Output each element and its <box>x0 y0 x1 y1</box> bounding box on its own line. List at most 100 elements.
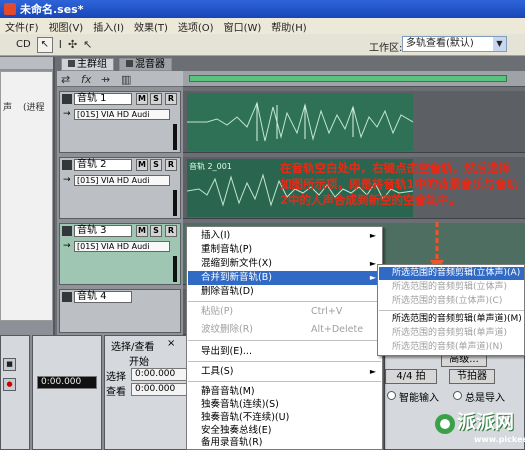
mute-button[interactable]: M <box>136 225 148 237</box>
menu-view[interactable]: 视图(V) <box>44 19 89 34</box>
menu-item-solo-noncontinuous[interactable]: 独奏音轨(不连续)(U) <box>188 411 381 425</box>
tab-mixer[interactable]: 混音器 <box>119 58 172 71</box>
solo-button[interactable]: S <box>150 225 162 237</box>
app-icon <box>4 3 16 15</box>
track-2[interactable]: 音轨 2 M S R → [01S] VIA HD Audi <box>59 157 181 219</box>
time-ruler[interactable] <box>183 71 525 87</box>
zoom-navigator[interactable] <box>189 75 507 82</box>
menu-item-label: 删除音轨(D) <box>201 286 254 297</box>
title-bar: 未命名.ses* <box>0 0 525 18</box>
track-name[interactable]: 音轨 1 <box>74 93 132 105</box>
submenu-item-mono-audio[interactable]: 所选范围的音频(单声道)(N) <box>379 341 524 354</box>
workspace-select[interactable]: 多轨查看(默认) ▼ <box>402 36 507 52</box>
menu-item-delete-track[interactable]: 删除音轨(D) <box>188 285 381 299</box>
track-3[interactable]: 音轨 3 M S R → [01S] VIA HD Audi <box>59 223 181 285</box>
close-icon[interactable]: × <box>167 338 175 349</box>
menu-item-tools[interactable]: 工具(S) ► <box>188 365 381 379</box>
menu-shortcut: Alt+Delete <box>311 324 364 335</box>
submenu-item-stereo-clips[interactable]: 所选范围的音频剪辑(立体声)(A) <box>379 267 524 280</box>
cd-view-button[interactable]: CD <box>16 39 31 50</box>
output-arrow-icon: → <box>63 175 71 185</box>
move-tool-icon[interactable]: ↖ <box>36 36 53 53</box>
chevron-down-icon[interactable]: ▼ <box>493 37 506 51</box>
instruction-annotation: 在音轨空白处中，右键点击空音轨，然后选择如图所示项，即是将音轨1中的背景音乐与音… <box>280 161 518 207</box>
menu-item-label: 工具(S) <box>201 366 234 377</box>
mute-button[interactable]: M <box>136 159 148 171</box>
menu-file[interactable]: 文件(F) <box>0 19 44 34</box>
record-button[interactable]: R <box>165 159 177 171</box>
always-import-radio[interactable] <box>453 391 462 400</box>
menu-item-solo-safe[interactable]: 安全独奏总线(E) <box>188 424 381 438</box>
files-panel-tab[interactable] <box>0 57 53 69</box>
track-controls: ⇄ fx ⇸ ▥ 音轨 1 M S R → [01S] VIA HD Audi … <box>57 71 183 335</box>
workspace-label: 工作区: <box>369 43 403 54</box>
sync-icon[interactable]: ⇄ <box>61 73 70 86</box>
selection-label: 选择 <box>106 372 126 383</box>
solo-button[interactable]: S <box>150 93 162 105</box>
metronome-button[interactable]: 节拍器 <box>449 369 495 384</box>
tab-main-group[interactable]: 主群组 <box>61 58 114 71</box>
hybrid-tool-icon[interactable]: ↖ <box>83 38 92 51</box>
send-icon[interactable]: ⇸ <box>101 73 110 86</box>
files-list[interactable]: 声 (进程 <box>0 71 53 321</box>
watermark-text: 派派网 <box>457 411 515 433</box>
selection-view-tab[interactable]: 选择/查看 <box>111 338 154 353</box>
track-4[interactable]: 音轨 4 <box>59 289 181 333</box>
submenu-item-stereo-audio[interactable]: 所选范围的音频(立体声)(C) <box>379 295 524 308</box>
time-selection-icon[interactable]: I <box>59 38 62 51</box>
start-column-label: 开始 <box>129 357 149 368</box>
level-meter <box>173 124 177 150</box>
record-button[interactable]: R <box>165 225 177 237</box>
toolbar: CD ↖ I ✣ ↖ 工作区: 多轨查看(默认) ▼ <box>0 34 525 56</box>
submenu-item-mono-clips-alt[interactable]: 所选范围的音频剪辑(单声道) <box>379 327 524 340</box>
eq-icon[interactable]: ▥ <box>121 73 131 86</box>
menu-insert[interactable]: 插入(I) <box>88 19 129 34</box>
output-device[interactable]: [01S] VIA HD Audi <box>74 241 170 252</box>
submenu-arrow-icon: ► <box>369 367 376 376</box>
menu-item-duplicate-track[interactable]: 重制音轨(P) <box>188 243 381 257</box>
output-device[interactable]: [01S] VIA HD Audi <box>74 109 170 120</box>
menu-item-bounce-to-new-track[interactable]: 合并到新音轨(B) ► <box>188 271 381 285</box>
menu-options[interactable]: 选项(O) <box>173 19 219 34</box>
fx-icon[interactable]: fx <box>81 73 91 86</box>
view-start-field[interactable]: 0:00.000 <box>131 383 187 396</box>
lane-track-1[interactable] <box>183 91 525 153</box>
submenu-item-stereo-clips-alt[interactable]: 所选范围的音频剪辑(立体声) <box>379 281 524 294</box>
track-color-icon <box>62 94 72 104</box>
track-name[interactable]: 音轨 3 <box>74 225 132 237</box>
solo-button[interactable]: S <box>150 159 162 171</box>
menu-separator <box>379 310 524 311</box>
track-name[interactable]: 音轨 4 <box>74 291 132 303</box>
record-button[interactable]: R <box>165 93 177 105</box>
stop-icon[interactable]: ■ <box>3 358 16 371</box>
output-device[interactable]: [01S] VIA HD Audi <box>74 175 170 186</box>
menu-item-ripple-delete[interactable]: 波纹删除(R) Alt+Delete <box>188 323 381 337</box>
menu-effects[interactable]: 效果(T) <box>129 19 173 34</box>
menu-item-export[interactable]: 导出到(E)... <box>188 345 381 359</box>
workspace-value: 多轨查看(默认) <box>406 38 474 49</box>
track-color-icon <box>62 226 72 236</box>
record-icon[interactable]: ● <box>3 378 16 391</box>
track-1[interactable]: 音轨 1 M S R → [01S] VIA HD Audi <box>59 91 181 153</box>
audio-clip[interactable] <box>187 93 413 151</box>
track-color-icon <box>62 292 72 302</box>
menu-bar: 文件(F) 视图(V) 插入(I) 效果(T) 选项(O) 窗口(W) 帮助(H… <box>0 18 525 34</box>
menu-window[interactable]: 窗口(W) <box>219 19 267 34</box>
waveform <box>187 101 413 142</box>
watermark-icon <box>435 414 455 434</box>
menu-item-label: 插入(I) <box>201 230 231 241</box>
menu-item-mixdown[interactable]: 混缩到新文件(X) ► <box>188 257 381 271</box>
menu-item-insert[interactable]: 插入(I) ► <box>188 229 381 243</box>
submenu-item-mono-clips[interactable]: 所选范围的音频剪辑(单声道)(M) <box>379 313 524 326</box>
selection-start-field[interactable]: 0:00.000 <box>131 368 187 381</box>
menu-item-solo-continuous[interactable]: 独奏音轨(连续)(S) <box>188 398 381 412</box>
time-signature-select[interactable]: 4/4 拍 <box>385 369 437 384</box>
menu-item-backup-record[interactable]: 备用录音轨(R) <box>188 437 381 449</box>
menu-item-paste[interactable]: 粘贴(P) Ctrl+V <box>188 305 381 319</box>
scrub-icon[interactable]: ✣ <box>68 38 77 51</box>
track-name[interactable]: 音轨 2 <box>74 159 132 171</box>
mute-button[interactable]: M <box>136 93 148 105</box>
menu-item-mute-track[interactable]: 静音音轨(M) <box>188 385 381 399</box>
smart-input-radio[interactable] <box>387 391 396 400</box>
menu-help[interactable]: 帮助(H) <box>266 19 311 34</box>
